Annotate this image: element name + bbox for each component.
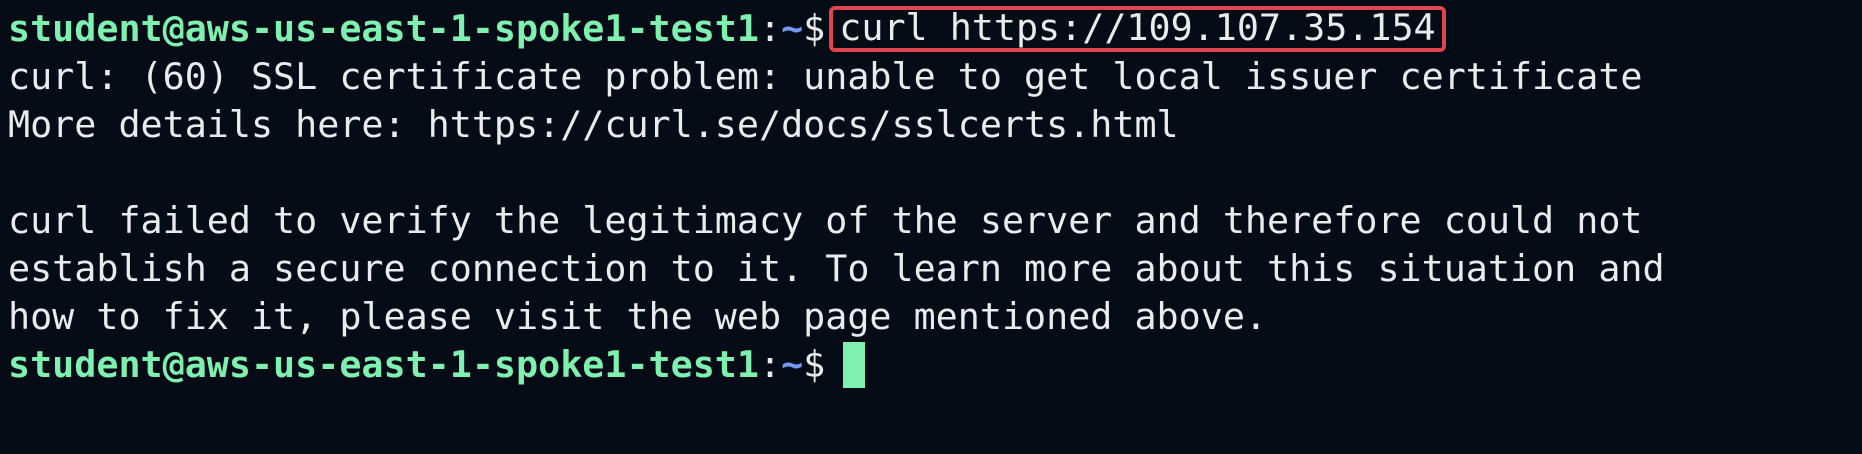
prompt-user-host: student@aws-us-east-1-spoke1-test1 <box>8 343 759 386</box>
terminal-window[interactable]: student@aws-us-east-1-spoke1-test1:~$ cur… <box>0 0 1862 454</box>
prompt-separator: : <box>758 343 782 386</box>
prompt-separator: : <box>758 7 782 50</box>
output-line-blank <box>8 149 1862 197</box>
prompt-path: ~ <box>781 343 804 386</box>
prompt-line-1: student@aws-us-east-1-spoke1-test1:~$ cur… <box>8 5 1862 53</box>
output-line: establish a secure connection to it. To … <box>8 247 1665 290</box>
output-line: how to fix it, please visit the web page… <box>8 295 1268 338</box>
output-line: curl: (60) SSL certificate problem: unab… <box>8 55 1643 98</box>
highlighted-command: curl https://109.107.35.154 <box>829 6 1446 52</box>
prompt-user-host: student@aws-us-east-1-spoke1-test1 <box>8 7 759 50</box>
terminal-cursor[interactable] <box>843 342 866 388</box>
output-line: More details here: https://curl.se/docs/… <box>8 103 1179 146</box>
prompt-symbol: $ <box>803 343 826 386</box>
prompt-path: ~ <box>781 7 804 50</box>
prompt-line-2[interactable]: student@aws-us-east-1-spoke1-test1:~$ <box>8 341 1862 389</box>
prompt-symbol: $ <box>803 7 826 50</box>
output-line: curl failed to verify the legitimacy of … <box>8 199 1643 242</box>
